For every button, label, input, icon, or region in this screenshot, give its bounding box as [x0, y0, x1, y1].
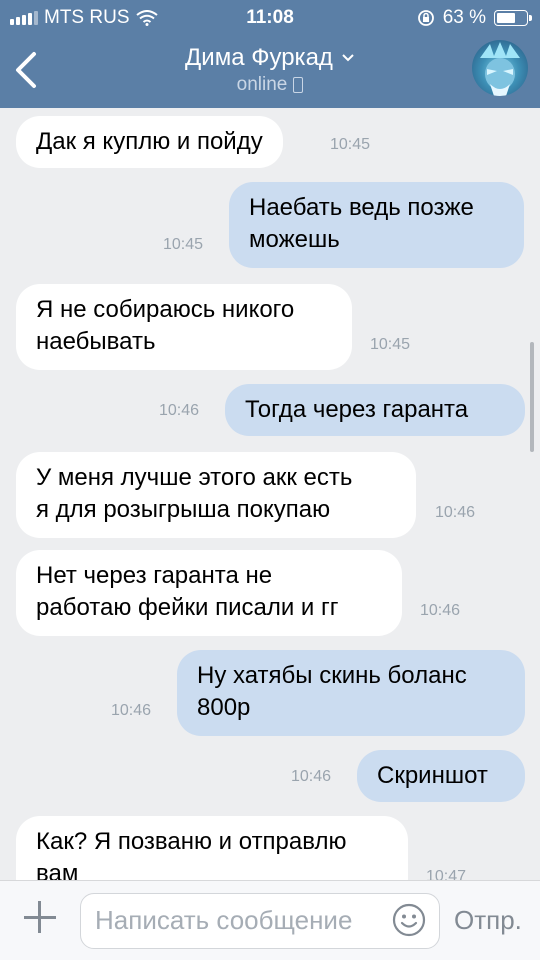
message-time: 10:46	[435, 504, 476, 521]
message-text-line: Наебать ведь позже	[249, 194, 474, 221]
message-bubble-incoming[interactable]: Дак я куплю и пойду	[16, 116, 283, 168]
message-bubble-incoming[interactable]: Нет через гаранта не работаю фейки писал…	[16, 550, 402, 636]
message-text-line: Ну хатябы скинь боланс	[197, 662, 467, 689]
chat-header: MTS RUS 11:08 63 % Дима Фуркад online	[0, 0, 540, 108]
message-bubble-incoming[interactable]: Как? Я позваню и отправлю вам	[16, 816, 408, 880]
battery-percent: 63 %	[442, 7, 486, 28]
message-time: 10:45	[163, 236, 204, 253]
message-time: 10:46	[111, 702, 152, 719]
message-bubble-outgoing[interactable]: Ну хатябы скинь боланс 800р	[177, 650, 525, 736]
message-bubble-outgoing[interactable]: Скриншот	[357, 750, 525, 802]
plus-icon[interactable]	[22, 899, 58, 935]
message-input[interactable]: Написать сообщение	[80, 893, 440, 949]
message-time: 10:45	[370, 336, 411, 353]
message-bubble-outgoing[interactable]: Тогда через гаранта	[225, 384, 525, 436]
smile-icon[interactable]	[392, 903, 426, 937]
avatar-image	[480, 42, 520, 96]
message-bubble-incoming[interactable]: Я не собираюсь никого наебывать	[16, 284, 352, 370]
scrollbar[interactable]	[530, 342, 534, 452]
contact-title-block[interactable]: Дима Фуркад online	[100, 44, 440, 96]
message-list[interactable]: Дак я куплю и пойду 10:45 Наебать ведь п…	[0, 108, 540, 880]
composer-bar: Написать сообщение Отпр.	[0, 880, 540, 960]
battery-icon	[494, 10, 532, 26]
message-text-line: наебывать	[36, 328, 156, 355]
rotation-lock-icon	[417, 10, 434, 26]
message-bubble-outgoing[interactable]: Наебать ведь позже можешь	[229, 182, 524, 268]
phone-icon	[293, 77, 304, 93]
message-input-placeholder: Написать сообщение	[95, 905, 353, 935]
contact-name-row[interactable]: Дима Фуркад	[185, 44, 355, 72]
message-text: Тогда через гаранта	[245, 396, 469, 423]
message-text-line: вам	[36, 860, 79, 880]
message-text: Дак я куплю и пойду	[36, 128, 263, 155]
chevron-down-icon	[342, 54, 354, 62]
message-text-line: можешь	[249, 226, 340, 253]
message-text-line: У меня лучше этого акк есть	[36, 464, 353, 491]
contact-status-row: online	[237, 74, 304, 96]
message-time: 10:47	[426, 868, 467, 880]
message-text: Скриншот	[377, 762, 488, 789]
send-button[interactable]: Отпр.	[454, 905, 522, 936]
message-time: 10:45	[330, 136, 371, 153]
message-text-line: Я не собираюсь никого	[36, 296, 295, 323]
message-bubble-incoming[interactable]: У меня лучше этого акк есть я для розыгр…	[16, 452, 416, 538]
message-time: 10:46	[159, 402, 200, 419]
status-bar: MTS RUS 11:08 63 %	[0, 0, 540, 36]
contact-status: online	[236, 74, 288, 95]
battery-block: 63 %	[417, 7, 532, 29]
message-text-line: я для розыгрыша покупаю	[36, 496, 331, 523]
message-time: 10:46	[291, 768, 332, 785]
contact-name: Дима Фуркад	[185, 44, 333, 71]
message-text-line: 800р	[197, 694, 251, 721]
message-time: 10:46	[420, 602, 461, 619]
back-chevron-icon[interactable]	[12, 50, 42, 90]
message-text-line: Как? Я позваню и отправлю	[36, 828, 347, 855]
message-text-line: работаю фейки писали и гг	[36, 594, 339, 621]
message-text-line: Нет через гаранта не	[36, 562, 273, 589]
avatar[interactable]	[472, 40, 528, 96]
